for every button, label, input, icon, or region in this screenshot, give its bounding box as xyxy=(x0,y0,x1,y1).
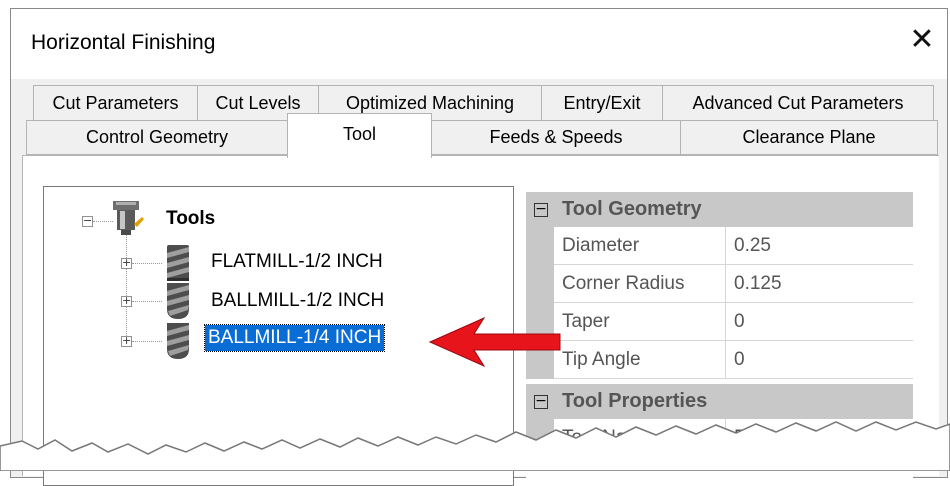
torn-edge-decoration xyxy=(0,421,950,471)
tab-tool[interactable]: Tool xyxy=(287,113,432,158)
